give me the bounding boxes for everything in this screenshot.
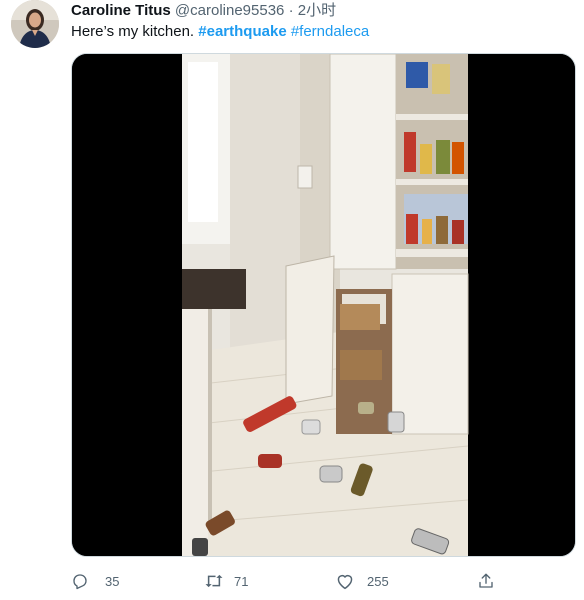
- avatar[interactable]: [11, 0, 59, 48]
- tweet-actions: 35 71 255: [71, 570, 511, 592]
- tweet-text: Here’s my kitchen. #earthquake #ferndale…: [71, 22, 369, 41]
- kitchen-video-frame: [72, 54, 575, 556]
- retweet-button[interactable]: 71: [204, 570, 248, 592]
- retweet-count: 71: [234, 573, 249, 589]
- like-count: 255: [367, 573, 389, 589]
- share-button[interactable]: [477, 570, 495, 592]
- like-button[interactable]: 255: [335, 570, 389, 592]
- like-icon: [337, 574, 353, 590]
- hashtag-earthquake[interactable]: #earthquake: [198, 23, 286, 40]
- reply-count: 35: [105, 573, 120, 589]
- video-media[interactable]: [71, 53, 576, 557]
- reply-button[interactable]: 35: [71, 570, 119, 592]
- user-handle[interactable]: @caroline95536: [175, 2, 284, 19]
- reply-icon: [73, 574, 87, 590]
- tweet[interactable]: Caroline Titus @caroline95536 · 2小时 Here…: [0, 0, 584, 600]
- hashtag-ferndaleca[interactable]: #ferndaleca: [291, 23, 369, 40]
- avatar-image: [11, 0, 59, 48]
- timestamp[interactable]: 2小时: [298, 2, 336, 19]
- retweet-icon: [205, 574, 223, 588]
- display-name[interactable]: Caroline Titus: [71, 2, 171, 19]
- tweet-text-body: Here’s my kitchen.: [71, 23, 195, 40]
- share-icon: [479, 573, 493, 588]
- separator-dot: ·: [288, 2, 294, 19]
- tweet-header: Caroline Titus @caroline95536 · 2小时: [71, 2, 336, 20]
